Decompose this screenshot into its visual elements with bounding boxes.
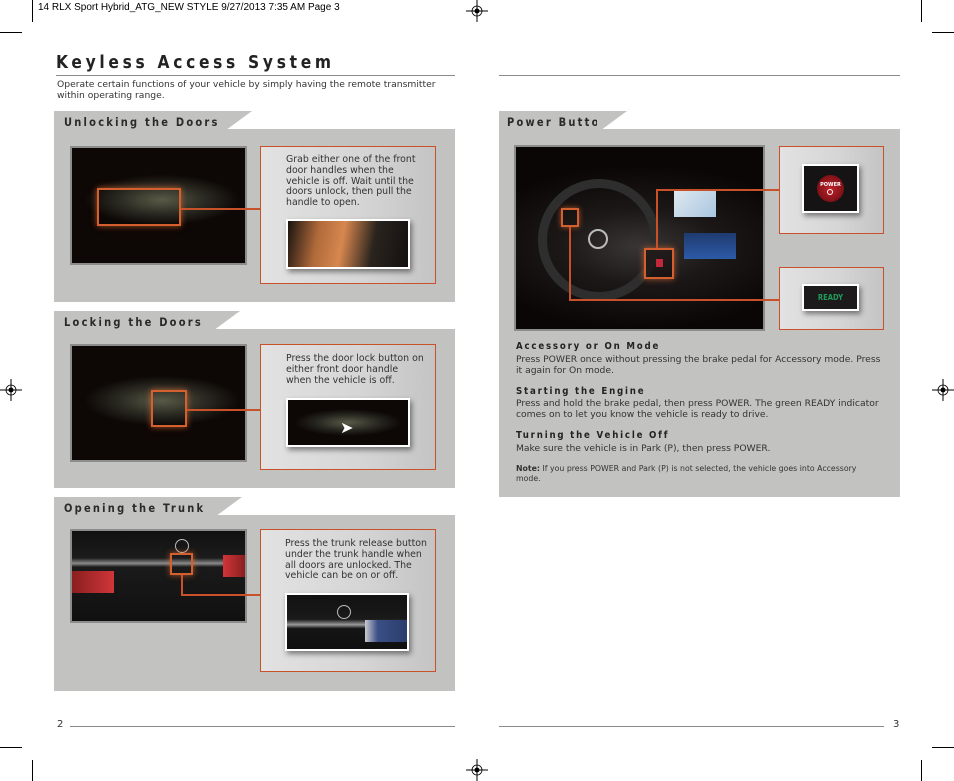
section-heading: Opening the Trunk bbox=[64, 501, 206, 515]
tail-light bbox=[72, 571, 114, 593]
page-title: Keyless Access System bbox=[56, 52, 335, 73]
intro-text: Operate certain functions of your vehicl… bbox=[57, 79, 436, 101]
dashboard-photo bbox=[514, 145, 765, 331]
tail-light bbox=[223, 555, 245, 577]
title-rule bbox=[56, 75, 455, 76]
registration-mark-icon bbox=[932, 379, 954, 401]
crop-mark bbox=[932, 32, 954, 33]
ready-label: READY bbox=[817, 293, 844, 302]
callout-box: Press the trunk release button under the… bbox=[260, 529, 436, 672]
ready-indicator-photo: READY bbox=[802, 284, 859, 311]
power-symbol-icon bbox=[827, 189, 833, 195]
power-button-icon bbox=[656, 259, 663, 267]
footer-rule bbox=[70, 726, 455, 727]
callout-line bbox=[181, 594, 261, 596]
hand-pulling-handle-photo bbox=[286, 219, 410, 269]
registration-mark-icon bbox=[466, 0, 488, 22]
acura-logo-icon bbox=[175, 539, 189, 553]
power-button-photo: POWER bbox=[802, 164, 859, 213]
title-rule bbox=[499, 75, 900, 76]
highlight-box bbox=[97, 188, 181, 226]
crop-mark bbox=[921, 760, 922, 781]
callout-text: Press the trunk release button under the… bbox=[285, 538, 427, 582]
page-number: 2 bbox=[57, 719, 64, 730]
acura-logo-icon bbox=[337, 605, 351, 619]
highlight-box-power bbox=[644, 248, 674, 279]
callout-box: Grab either one of the front door handle… bbox=[260, 146, 436, 284]
highlight-box bbox=[151, 390, 187, 427]
callout-line bbox=[656, 189, 780, 191]
subsection-text: Press and hold the brake pedal, then pre… bbox=[516, 398, 879, 420]
crop-mark bbox=[32, 760, 33, 781]
subsection-heading: Accessory or On Mode bbox=[516, 341, 661, 352]
crop-mark bbox=[32, 0, 33, 22]
acura-logo-icon bbox=[588, 229, 608, 249]
highlight-box bbox=[561, 208, 579, 227]
climate-screen bbox=[684, 233, 736, 259]
registration-mark-icon bbox=[0, 379, 22, 401]
crop-mark bbox=[932, 747, 954, 748]
subsection-heading: Turning the Vehicle Off bbox=[516, 430, 670, 441]
callout-text: Press the door lock button on either fro… bbox=[286, 353, 424, 386]
print-slug: 14 RLX Sport Hybrid_ATG_NEW STYLE 9/27/2… bbox=[38, 2, 340, 13]
lock-button-photo: ➤ bbox=[286, 398, 410, 447]
callout-box-power: POWER bbox=[779, 146, 884, 234]
callout-line bbox=[181, 208, 261, 210]
subsection-text: Make sure the vehicle is in Park (P), th… bbox=[516, 443, 771, 454]
trunk-release-photo bbox=[285, 593, 409, 651]
subsection-heading: Starting the Engine bbox=[516, 386, 646, 397]
crop-mark bbox=[0, 747, 22, 748]
page-number: 3 bbox=[893, 719, 900, 730]
subsection-text: Press POWER once without pressing the br… bbox=[516, 354, 881, 376]
power-button-icon: POWER bbox=[817, 175, 844, 202]
note-body: If you press POWER and Park (P) is not s… bbox=[516, 464, 857, 483]
registration-mark-icon bbox=[466, 759, 488, 781]
navigation-screen bbox=[674, 191, 716, 217]
note-label: Note: bbox=[516, 464, 541, 473]
callout-text: Grab either one of the front door handle… bbox=[286, 154, 416, 209]
callout-line bbox=[569, 299, 780, 301]
section-heading: Unlocking the Doors bbox=[64, 115, 220, 129]
crop-mark bbox=[921, 0, 922, 22]
callout-line bbox=[569, 227, 571, 300]
callout-box-ready: READY bbox=[779, 267, 884, 330]
callout-line bbox=[187, 409, 261, 411]
section-heading: Power Button bbox=[507, 115, 610, 129]
crop-mark bbox=[0, 32, 22, 33]
power-label: POWER bbox=[820, 182, 841, 188]
trunk-photo bbox=[70, 529, 247, 623]
callout-box: Press the door lock button on either fro… bbox=[260, 344, 436, 470]
callout-line bbox=[181, 575, 183, 595]
arrow-icon: ➤ bbox=[340, 418, 354, 437]
footer-rule bbox=[499, 726, 884, 727]
callout-line bbox=[656, 189, 658, 248]
section-heading: Locking the Doors bbox=[64, 315, 203, 329]
note-text: Note: If you press POWER and Park (P) is… bbox=[516, 464, 881, 484]
hand-sleeve bbox=[365, 620, 407, 642]
highlight-box bbox=[170, 553, 193, 575]
